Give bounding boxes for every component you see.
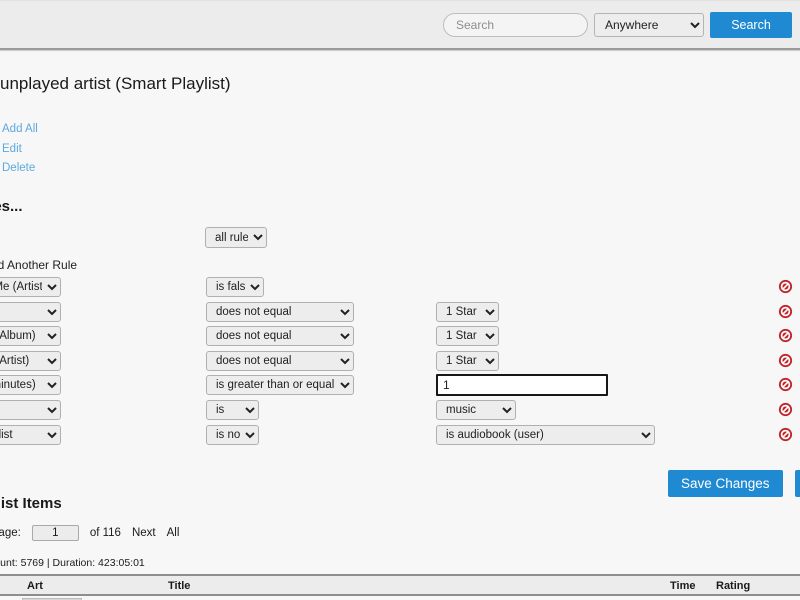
rule-value-select[interactable]: music — [436, 399, 516, 420]
next-page-link[interactable]: Next — [132, 527, 156, 539]
rule-delete-icon[interactable] — [778, 304, 793, 319]
rule-operator-select[interactable]: does not equal — [206, 301, 354, 322]
match-select[interactable]: all rules — [205, 227, 267, 248]
search-scope-select[interactable]: Anywhere — [594, 13, 704, 37]
rule-operator-select[interactable]: is — [206, 399, 259, 420]
page-number-input[interactable] — [31, 525, 79, 541]
rule-value-select[interactable]: 1 Star — [436, 301, 499, 322]
rule-row: y Rating (Album) does not equal 1 Star — [0, 325, 800, 350]
add-all-link[interactable]: Add All — [2, 120, 38, 140]
page-total-label: of 116 — [89, 527, 121, 539]
column-header[interactable]: Art — [27, 580, 43, 592]
rule-delete-icon[interactable] — [778, 328, 793, 343]
rule-row: y Rating does not equal 1 Star — [0, 301, 800, 326]
rule-value-number-input[interactable] — [436, 374, 608, 397]
rule-field-select[interactable]: y Rating (Album) — [0, 326, 61, 347]
add-another-rule-link[interactable]: Add Another Rule — [0, 258, 77, 272]
rule-value-select[interactable]: 1 Star — [436, 326, 499, 347]
all-pages-link[interactable]: All — [167, 527, 180, 539]
playlist-action-links: Add All Edit Delete — [2, 120, 38, 179]
column-header[interactable]: Time — [670, 580, 695, 592]
rule-row: mart Playlist is not is audiobook (user) — [0, 424, 800, 449]
rule-operator-select[interactable]: does not equal — [206, 350, 354, 371]
rules-heading: ules... — [0, 198, 23, 215]
items-table-header: Art Title Time Rating — [0, 574, 800, 596]
rule-operator-select[interactable]: is false — [206, 277, 264, 297]
page-title: unplayed artist (Smart Playlist) — [0, 74, 231, 93]
rule-row: atalogue is music — [0, 399, 800, 424]
save-row: Save Changes Reset — [0, 470, 800, 500]
top-toolbar: Anywhere Search — [0, 0, 800, 48]
rule-field-select[interactable]: y Rating (Artist) — [0, 350, 61, 371]
rule-field-select[interactable]: mart Playlist — [0, 424, 61, 445]
rule-delete-icon[interactable] — [778, 402, 793, 417]
playlist-items-heading: aylist Items — [0, 495, 62, 512]
pagination-controls: v Page: of 116 Next All — [0, 525, 179, 541]
rules-list: ayed by Me (Artist) is false y Rating does … — [0, 276, 800, 448]
column-header[interactable]: Rating — [716, 580, 750, 592]
search-cluster: Anywhere Search — [443, 12, 792, 38]
search-input[interactable] — [443, 13, 588, 37]
rule-operator-select[interactable]: is not — [206, 424, 259, 445]
save-changes-button[interactable]: Save Changes — [668, 470, 783, 497]
rule-delete-icon[interactable] — [778, 353, 793, 368]
rule-field-select[interactable]: ayed by Me (Artist) — [0, 277, 61, 297]
items-table-body — [0, 596, 800, 600]
rule-value-select[interactable]: is audiobook (user) — [436, 424, 655, 445]
rule-field-select[interactable]: y Rating — [0, 301, 61, 322]
search-button[interactable]: Search — [710, 12, 792, 38]
rule-row: ngth (in minutes) is greater than or equa… — [0, 374, 800, 399]
rule-field-select[interactable]: atalogue — [0, 399, 61, 420]
page-label: Page: — [0, 527, 21, 539]
rule-value-select[interactable]: 1 Star — [436, 350, 499, 371]
rule-delete-icon[interactable] — [778, 377, 793, 392]
rule-delete-icon[interactable] — [778, 279, 793, 294]
rule-row: y Rating (Artist) does not equal 1 Star — [0, 350, 800, 375]
rule-operator-select[interactable]: is greater than or equal to — [206, 375, 354, 396]
delete-link[interactable]: Delete — [2, 159, 38, 179]
rule-field-select[interactable]: ngth (in minutes) — [0, 375, 61, 396]
rule-delete-icon[interactable] — [778, 427, 793, 442]
page-body: unplayed artist (Smart Playlist) Add All… — [0, 52, 800, 600]
rule-operator-select[interactable]: does not equal — [206, 326, 354, 347]
edit-link[interactable]: Edit — [2, 140, 38, 160]
column-header[interactable]: Title — [168, 580, 190, 592]
item-count-duration: n Count: 5769 | Duration: 423:05:01 — [0, 557, 145, 569]
reset-button[interactable]: Reset — [795, 470, 800, 497]
rule-row: ayed by Me (Artist) is false — [0, 276, 800, 301]
